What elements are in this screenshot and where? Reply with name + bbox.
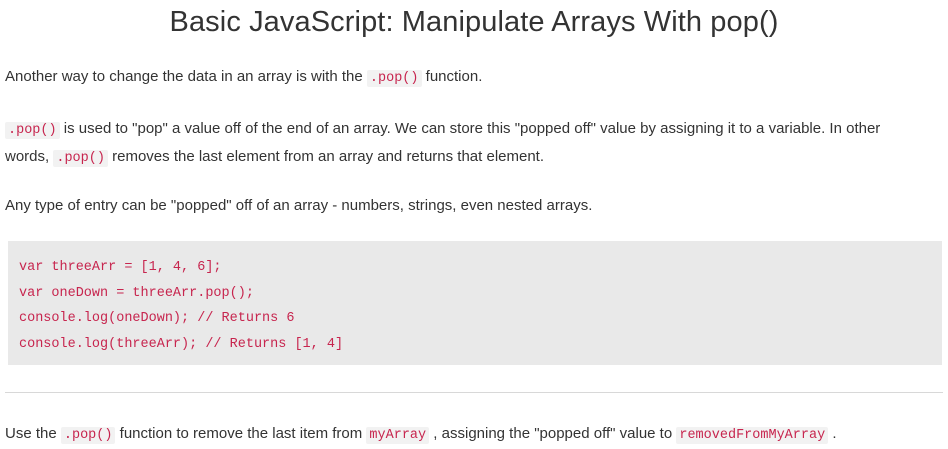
explanation-text-end: removes the last element from an array a… [107,148,545,165]
intro-text-end: function. [421,68,483,85]
inline-code: myArray [366,427,430,444]
code-example-block: var threeArr = [1, 4, 6]; var oneDown = … [8,241,942,365]
instruction-text: function to remove the last item from [115,425,367,442]
inline-code: .pop() [366,70,422,87]
code-line: var threeArr = [1, 4, 6]; [19,260,222,275]
inline-code: removedFromMyArray [676,427,829,444]
code-line: console.log(oneDown); // Returns 6 [19,311,295,326]
instruction-paragraph: Use the .pop() function to remove the la… [5,421,915,449]
code-line: var oneDown = threeArr.pop(); [19,285,254,301]
intro-text: Another way to change the data in an arr… [5,68,367,85]
explanation-paragraph: .pop() is used to "pop" a value off of t… [5,116,915,172]
intro-paragraph: Another way to change the data in an arr… [5,64,915,92]
instruction-text: . [828,425,837,442]
challenge-page: Basic JavaScript: Manipulate Arrays With… [0,0,948,449]
inline-code: .pop() [5,122,60,139]
instruction-text: , assigning the "popped off" value to [429,425,677,442]
inline-code: .pop() [53,150,108,167]
entry-types-paragraph: Any type of entry can be "popped" off of… [5,197,593,214]
instruction-text: Use the [5,425,61,442]
page-title: Basic JavaScript: Manipulate Arrays With… [169,6,779,38]
code-line: console.log(threeArr); // Returns [1, 4] [19,336,344,352]
inline-code: .pop() [60,427,116,444]
section-divider [5,392,943,393]
